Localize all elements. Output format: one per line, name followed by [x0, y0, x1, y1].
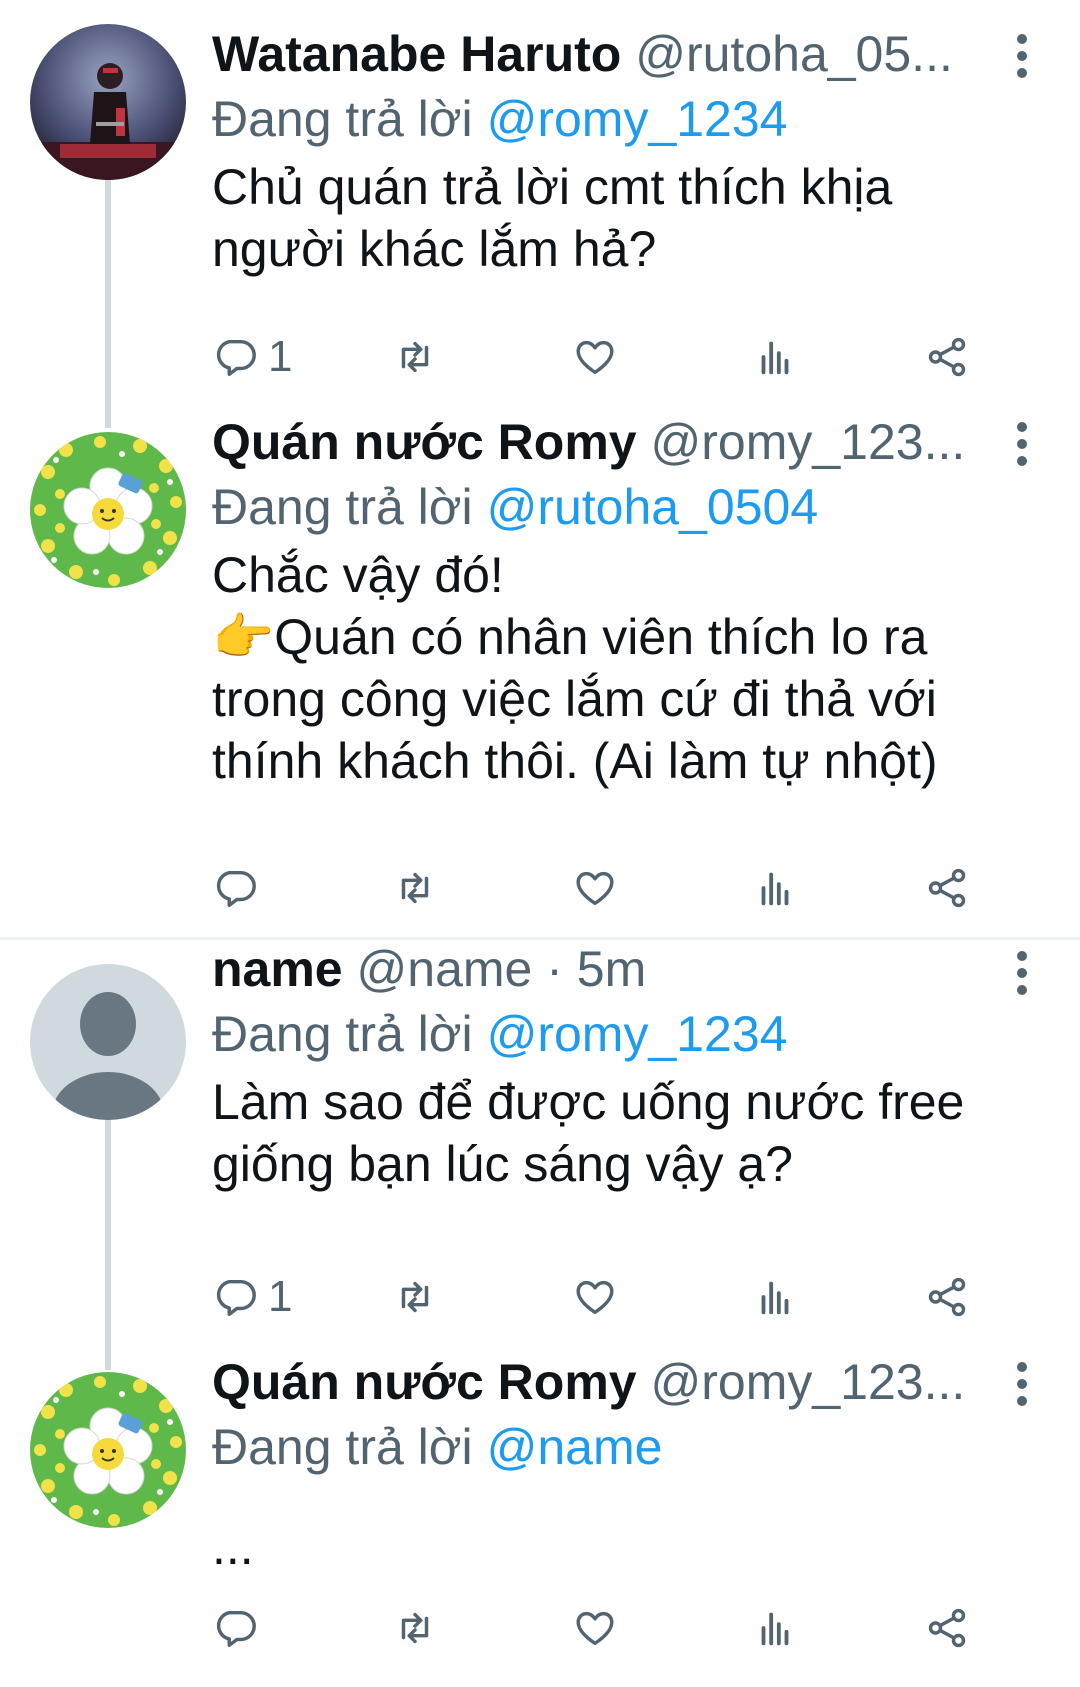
more-options-icon[interactable] — [1002, 26, 1042, 86]
like-icon — [576, 1280, 614, 1315]
share-button[interactable] — [924, 1598, 970, 1658]
tweet[interactable]: Quán nước Romy @romy_123... Đang trả lời… — [0, 414, 1080, 937]
like-button[interactable] — [572, 858, 618, 918]
reply-count: 1 — [268, 1272, 293, 1321]
display-name[interactable]: name — [212, 941, 343, 997]
tweet-header: Quán nước Romy @romy_123... — [212, 1348, 1032, 1416]
timestamp[interactable]: · 5m — [532, 941, 646, 997]
more-options-icon[interactable] — [1002, 1354, 1042, 1414]
retweet-icon — [401, 1281, 429, 1313]
share-button[interactable] — [924, 858, 970, 918]
like-icon — [576, 871, 614, 906]
replying-to-label: Đang trả lời — [212, 479, 473, 535]
retweet-button[interactable] — [392, 1598, 438, 1658]
retweet-button[interactable] — [392, 858, 438, 918]
views-button[interactable] — [752, 1598, 798, 1658]
reply-icon — [216, 339, 256, 376]
like-button[interactable] — [572, 1267, 618, 1327]
like-button[interactable] — [572, 327, 618, 387]
default-user-avatar — [30, 964, 186, 1120]
mention-link[interactable]: @rutoha_0504 — [487, 479, 819, 535]
photo-person-avatar — [30, 24, 186, 180]
flower-avatar — [30, 1372, 186, 1528]
views-button[interactable] — [752, 327, 798, 387]
share-icon — [928, 1608, 966, 1648]
replying-to: Đang trả lời @rutoha_0504 — [212, 476, 1032, 538]
reply-icon — [216, 870, 256, 907]
tweet-actions: 1 — [212, 1267, 1032, 1327]
display-name[interactable]: Quán nước Romy — [212, 414, 637, 470]
share-icon — [928, 337, 966, 377]
replying-to-label: Đang trả lời — [212, 91, 473, 147]
avatar[interactable] — [30, 1372, 186, 1528]
reply-icon — [216, 1610, 256, 1647]
display-name[interactable]: Watanabe Haruto — [212, 26, 621, 82]
like-button[interactable] — [572, 1598, 618, 1658]
share-icon — [928, 868, 966, 908]
reply-button[interactable] — [212, 858, 268, 918]
tweet[interactable]: name @name · 5m Đang trả lời @romy_1234 … — [0, 940, 1080, 1360]
tweet-text: Làm sao để được uống nước free giống bạn… — [212, 1074, 965, 1192]
views-button[interactable] — [752, 858, 798, 918]
tweet-text: ... — [212, 1519, 254, 1575]
tweet[interactable]: Quán nước Romy @romy_123... Đang trả lời… — [0, 1354, 1080, 1687]
retweet-icon — [401, 341, 429, 373]
tweet-header: name @name · 5m — [212, 935, 1032, 1003]
replying-to-label: Đang trả lời — [212, 1006, 473, 1062]
views-button[interactable] — [752, 1267, 798, 1327]
tweet-actions: 1 — [212, 327, 1032, 387]
display-name[interactable]: Quán nước Romy — [212, 1354, 637, 1410]
views-icon — [761, 1612, 789, 1646]
reply-button[interactable]: 1 — [212, 327, 292, 387]
tweet-actions — [212, 1598, 1032, 1658]
reply-icon — [216, 1279, 256, 1316]
retweet-button[interactable] — [392, 327, 438, 387]
views-icon — [761, 341, 789, 375]
mention-link[interactable]: @romy_1234 — [487, 1006, 788, 1062]
tweet-header: Quán nước Romy @romy_123... — [212, 408, 1032, 476]
user-handle[interactable]: @name — [357, 941, 533, 997]
views-icon — [761, 1281, 789, 1315]
avatar[interactable] — [30, 24, 186, 180]
avatar[interactable] — [30, 432, 186, 588]
avatar[interactable] — [30, 964, 186, 1120]
reply-button[interactable] — [212, 1598, 268, 1658]
reply-button[interactable]: 1 — [212, 1267, 292, 1327]
retweet-icon — [401, 1612, 429, 1644]
user-handle[interactable]: @romy_123... — [651, 1354, 966, 1410]
reply-count: 1 — [268, 332, 293, 381]
replying-to: Đang trả lời @name — [212, 1416, 1032, 1478]
share-button[interactable] — [924, 327, 970, 387]
share-button[interactable] — [924, 1267, 970, 1327]
flower-avatar — [30, 432, 186, 588]
user-handle[interactable]: @romy_123... — [651, 414, 966, 470]
like-icon — [576, 1611, 614, 1646]
tweet[interactable]: Watanabe Haruto @rutoha_05... Đang trả l… — [0, 0, 1080, 420]
mention-link[interactable]: @romy_1234 — [487, 91, 788, 147]
share-icon — [928, 1277, 966, 1317]
tweet-text: Chắc vậy đó! 👉Quán có nhân viên thích lo… — [212, 547, 938, 789]
more-options-icon[interactable] — [1002, 414, 1042, 474]
like-icon — [576, 340, 614, 375]
tweet-header: Watanabe Haruto @rutoha_05... — [212, 20, 1032, 88]
user-handle[interactable]: @rutoha_05... — [635, 26, 953, 82]
mention-link[interactable]: @name — [487, 1419, 663, 1475]
tweet-text: Chủ quán trả lời cmt thích khịa người kh… — [212, 159, 893, 277]
replying-to: Đang trả lời @romy_1234 — [212, 1003, 1032, 1065]
retweet-icon — [401, 872, 429, 904]
retweet-button[interactable] — [392, 1267, 438, 1327]
replying-to: Đang trả lời @romy_1234 — [212, 88, 1032, 150]
more-options-icon[interactable] — [1002, 943, 1042, 1003]
tweet-actions — [212, 858, 1032, 918]
replying-to-label: Đang trả lời — [212, 1419, 473, 1475]
views-icon — [761, 872, 789, 906]
